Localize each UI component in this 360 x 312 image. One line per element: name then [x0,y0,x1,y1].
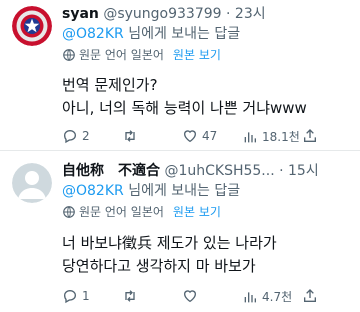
translation-info: 원문 언어 일본어 원본 보기 [62,204,221,220]
reply-icon [63,289,77,304]
timestamp[interactable]: 23시 [235,6,266,22]
like-button[interactable] [182,288,202,304]
views-button[interactable]: 18.1천 [242,128,300,145]
tweet-line: 당연하다고 생각하지 마 바보가 [62,257,256,275]
heart-icon [183,290,197,303]
views-chart-icon [244,131,256,142]
replying-suffix: 님에게 보내는 답글 [123,183,241,199]
display-name[interactable]: syan [62,6,99,22]
share-icon [304,129,316,142]
share-button[interactable] [302,128,318,144]
tweet-header: syan @syungo933799 · 23시 [62,4,352,24]
avatar[interactable] [12,6,52,46]
separator: · [279,163,284,179]
handle[interactable]: @syungo933799 [103,6,221,22]
reply-count: 1 [82,289,90,303]
translation-info: 원문 언어 일본어 원본 보기 [62,47,221,63]
tweet-text: 번역 문제인가? 아니, 너의 독해 능력이 나쁜 거냐www [62,74,352,120]
replying-suffix: 님에게 보내는 답글 [123,26,241,42]
globe-icon [63,206,75,218]
views-count: 4.7천 [262,290,293,304]
like-count: 47 [202,129,218,143]
like-button[interactable]: 47 [182,128,217,144]
mention-link[interactable]: @O82KR [62,26,124,42]
action-bar: 1 4.7천 [62,288,352,308]
mention-link[interactable]: @O82KR [62,183,124,199]
separator: · [226,6,231,22]
display-name[interactable]: 自他称 不適合 [62,163,160,179]
action-bar: 2 47 18.1천 [62,128,352,148]
retweet-icon [125,130,135,142]
tweet-line: 번역 문제인가? [62,76,158,94]
globe-icon [63,49,75,61]
show-original-link[interactable]: 원본 보기 [173,204,221,220]
reply-icon [63,129,77,144]
views-button[interactable]: 4.7천 [242,288,292,305]
translate-label: 원문 언어 일본어 [79,205,164,219]
show-original-link[interactable]: 원본 보기 [173,47,221,63]
heart-icon [183,130,197,143]
translate-label: 원문 언어 일본어 [79,48,164,62]
reply-count: 2 [82,129,90,143]
retweet-button[interactable] [122,128,142,144]
timestamp[interactable]: 15시 [288,163,319,179]
retweet-button[interactable] [122,288,142,304]
tweet[interactable]: syan @syungo933799 · 23시 @O82KR 님에게 보내는 … [0,0,360,150]
tweet-line: 아니, 너의 독해 능력이 나쁜 거냐www [62,99,307,117]
tweet-text: 너 바보냐徵兵 제도가 있는 나라가 당연하다고 생각하지 마 바보가 [62,232,352,278]
reply-button[interactable]: 1 [62,288,90,304]
avatar[interactable] [12,163,52,203]
views-chart-icon [244,291,256,302]
reply-button[interactable]: 2 [62,128,90,144]
tweet-header: 自他称 不適合 @1uhCKSH55... · 15시 [62,161,352,181]
share-icon [304,289,316,302]
share-button[interactable] [302,288,318,304]
handle[interactable]: @1uhCKSH55... [164,163,274,179]
replying-to: @O82KR 님에게 보내는 답글 [62,182,240,200]
retweet-icon [125,290,135,302]
tweet-line: 너 바보냐徵兵 제도가 있는 나라가 [62,234,277,252]
tweet[interactable]: 自他称 不適合 @1uhCKSH55... · 15시 @O82KR 님에게 보… [0,150,360,310]
replying-to: @O82KR 님에게 보내는 답글 [62,25,240,43]
views-count: 18.1천 [262,130,300,144]
